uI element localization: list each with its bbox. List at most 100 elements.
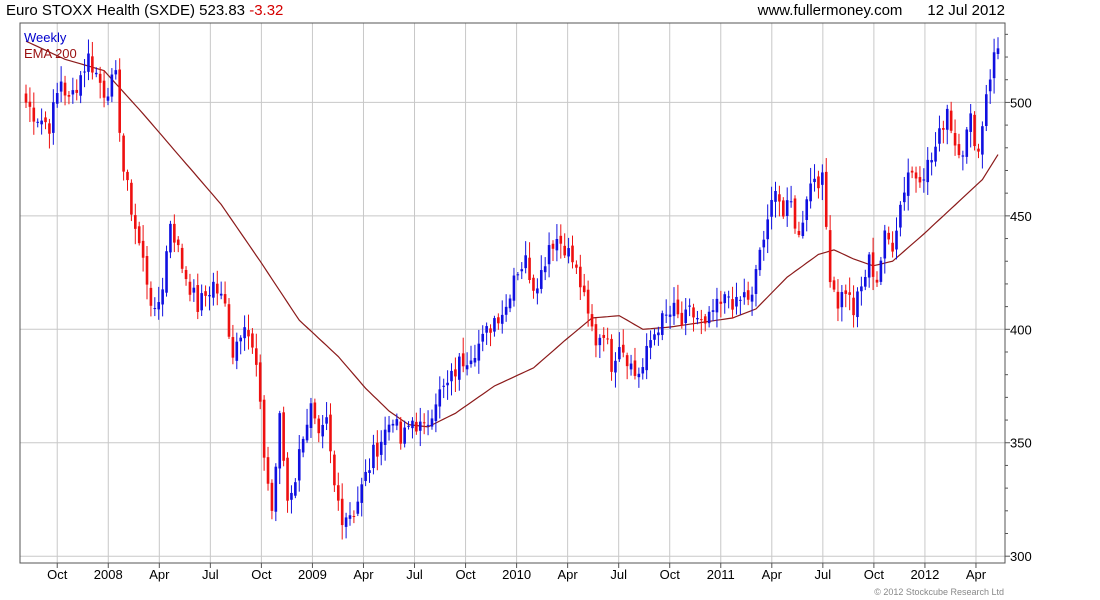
candle xyxy=(473,344,477,367)
candle-body xyxy=(204,291,207,296)
candle xyxy=(867,252,871,288)
candle-body xyxy=(321,424,324,437)
candle-body xyxy=(879,260,883,282)
candle xyxy=(83,58,86,88)
candle-body xyxy=(922,179,926,181)
candle-body xyxy=(364,471,367,482)
candle-body xyxy=(418,421,422,431)
candle xyxy=(785,187,789,227)
x-tick-label: Oct xyxy=(864,567,885,582)
candle xyxy=(942,120,945,144)
candle-body xyxy=(126,171,129,181)
candle xyxy=(629,354,633,376)
candle-body xyxy=(660,313,664,335)
candle-body xyxy=(899,204,902,228)
candle-body xyxy=(520,269,524,272)
candle-body xyxy=(629,363,633,370)
candle-body xyxy=(828,230,832,283)
candle-body xyxy=(309,403,313,428)
candle xyxy=(180,243,184,274)
candle-body xyxy=(977,148,980,152)
candle-body xyxy=(582,285,586,293)
candle-body xyxy=(809,183,812,202)
candle-body xyxy=(883,230,887,259)
candle xyxy=(910,166,914,179)
candle-body xyxy=(906,172,910,196)
candle xyxy=(774,181,777,218)
candle-body xyxy=(376,442,379,457)
candle xyxy=(782,197,785,219)
candle xyxy=(863,269,867,291)
candle xyxy=(255,333,258,377)
candle xyxy=(727,290,730,309)
x-tick-label: Oct xyxy=(455,567,476,582)
candle xyxy=(278,410,282,485)
candle xyxy=(957,133,961,159)
candle xyxy=(114,60,118,80)
candle xyxy=(996,37,1000,60)
candle-body xyxy=(184,269,188,280)
candle-body xyxy=(571,245,574,263)
candle xyxy=(715,287,719,328)
candle xyxy=(645,333,648,380)
candle xyxy=(141,225,145,272)
candle-body xyxy=(875,279,879,283)
candle xyxy=(926,147,930,195)
candle-body xyxy=(188,281,192,295)
x-tick-label: 2009 xyxy=(298,567,327,582)
candle-body xyxy=(278,413,282,469)
candle-body xyxy=(336,485,340,501)
candle xyxy=(813,164,816,192)
candle xyxy=(469,345,473,368)
candle xyxy=(809,167,812,209)
candle-body xyxy=(173,223,176,243)
candle-body xyxy=(192,287,196,293)
x-tick-label: Jul xyxy=(202,567,219,582)
candle xyxy=(223,281,227,307)
candle xyxy=(383,416,387,461)
candle-body xyxy=(387,424,391,433)
candle-body xyxy=(215,283,219,294)
candle xyxy=(649,330,652,360)
candle xyxy=(723,291,727,314)
candle-body xyxy=(329,414,332,452)
candle-body xyxy=(739,299,742,301)
candle-body xyxy=(813,178,816,183)
candle xyxy=(579,254,582,301)
candle-body xyxy=(317,418,321,434)
candle-body xyxy=(493,318,496,332)
ema-200-series xyxy=(25,40,999,428)
candle-body xyxy=(945,108,949,130)
candle-body xyxy=(536,288,539,294)
candle-body xyxy=(63,82,67,96)
candle-body xyxy=(415,421,418,432)
candle xyxy=(59,66,63,103)
candle-body xyxy=(824,171,828,227)
candle-body xyxy=(555,238,559,251)
candle-body xyxy=(996,48,1000,54)
candle-body xyxy=(797,230,801,235)
candle-body xyxy=(489,328,492,333)
candle xyxy=(692,303,695,332)
candle-body xyxy=(778,194,781,202)
candle-body xyxy=(524,255,527,269)
candle-body xyxy=(711,310,715,312)
candle xyxy=(161,277,164,317)
candle xyxy=(602,327,606,352)
candle xyxy=(91,41,94,80)
candle xyxy=(731,286,734,319)
candle xyxy=(426,410,430,436)
candle-body xyxy=(270,482,274,511)
candle-body xyxy=(55,93,59,104)
x-tick-label: Jul xyxy=(815,567,832,582)
candle-body xyxy=(758,249,762,271)
candle xyxy=(895,217,898,260)
candle-body xyxy=(106,96,110,101)
candle-body xyxy=(247,330,250,337)
candle-body xyxy=(282,412,285,461)
candle-body xyxy=(614,360,617,373)
candle xyxy=(301,436,305,458)
y-tick-label: 500 xyxy=(1010,95,1032,110)
candle xyxy=(52,89,55,145)
candle-body xyxy=(949,110,953,131)
